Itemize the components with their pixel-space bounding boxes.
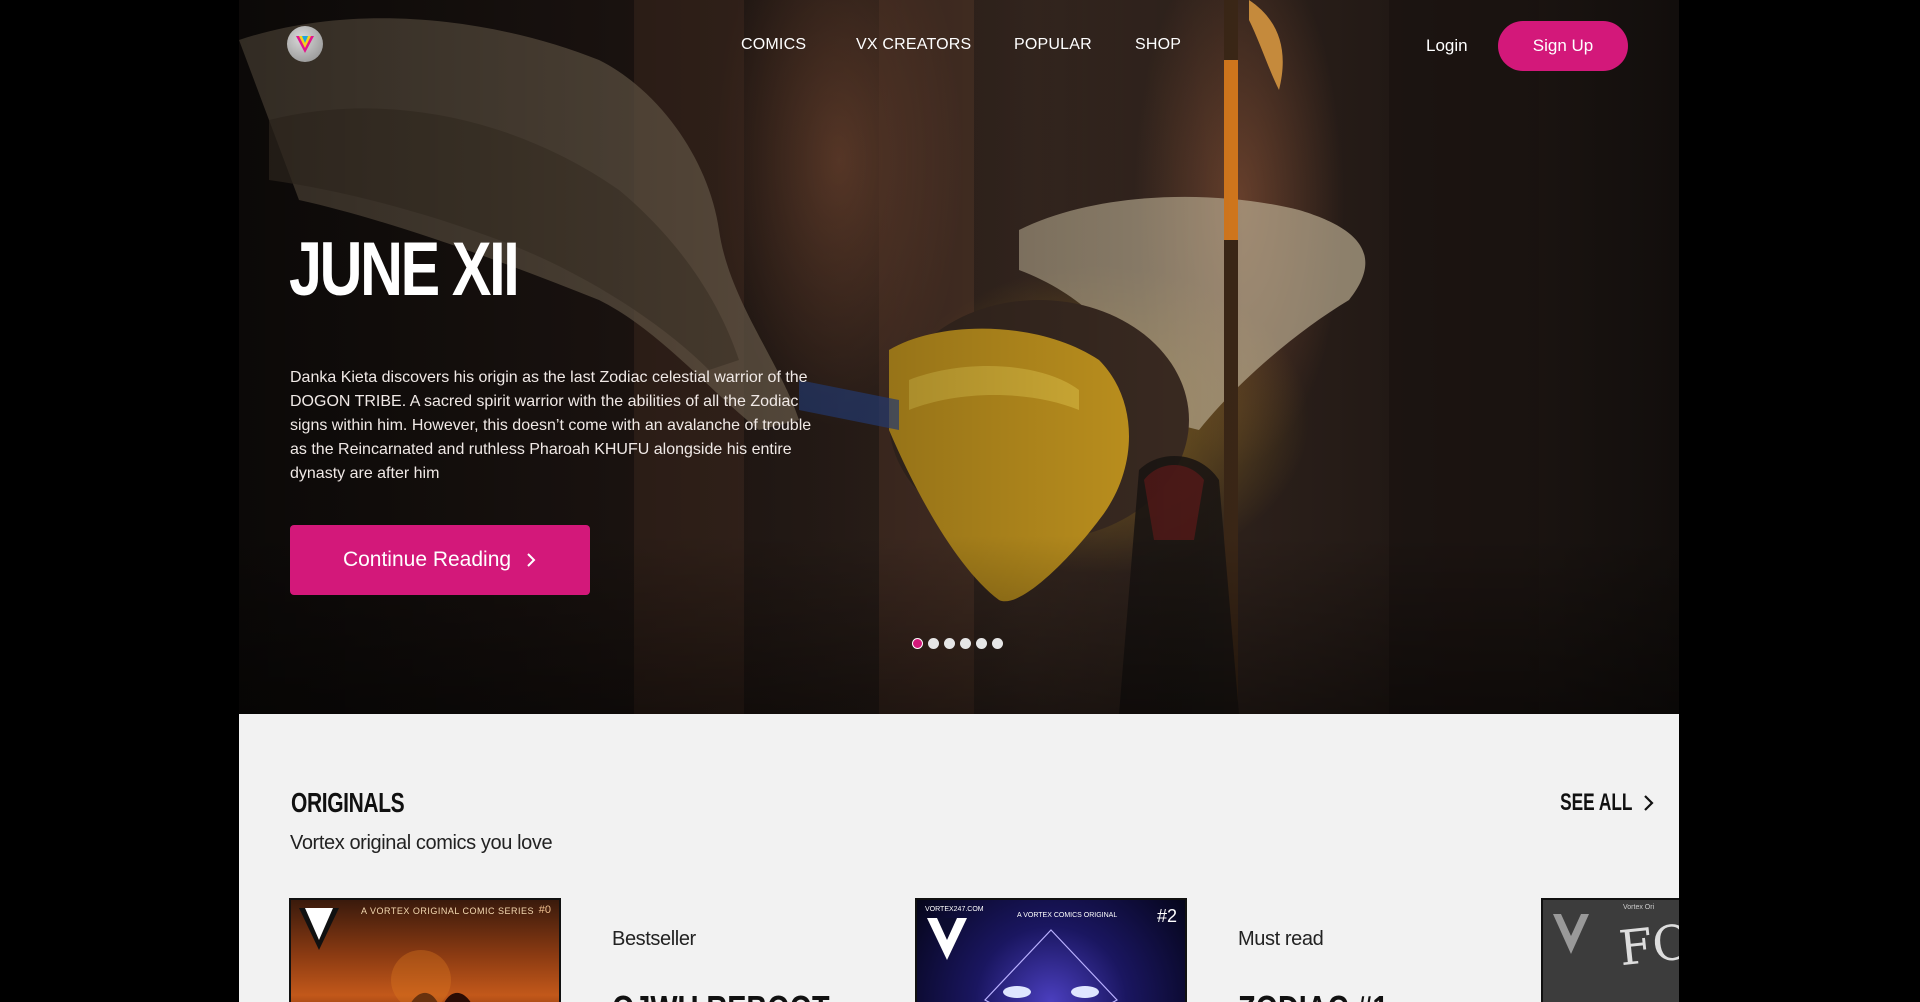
hero-description: Danka Kieta discovers his origin as the … (290, 369, 812, 482)
nav-link-comics[interactable]: COMICS (741, 36, 806, 54)
carousel-dot[interactable] (992, 638, 1003, 649)
cover-site: VORTEX247.COM (925, 906, 984, 913)
card-title[interactable]: OJWU REBOOT (612, 988, 830, 1002)
cover-issue: #0 (538, 904, 551, 916)
card-tag: Must read (1238, 928, 1324, 950)
chevron-right-icon (1644, 795, 1655, 811)
comic-cover[interactable]: Vortex Ori FOLK (1541, 898, 1679, 1002)
page: COMICS VX CREATORS POPULAR SHOP Login Si… (239, 0, 1679, 1002)
cover-caption: A VORTEX ORIGINAL COMIC SERIES (361, 906, 535, 916)
originals-heading: ORIGINALS (291, 787, 405, 818)
originals-subtitle: Vortex original comics you love (290, 832, 553, 854)
comic-cover[interactable]: VORTEX247.COM A VORTEX COMICS ORIGINAL #… (915, 898, 1187, 1002)
continue-reading-button[interactable]: Continue Reading (290, 525, 590, 595)
sign-up-button[interactable]: Sign Up (1498, 21, 1628, 71)
carousel-dot[interactable] (944, 638, 955, 649)
nav-link-vx-creators[interactable]: VX CREATORS (856, 36, 971, 54)
see-all-label: SEE ALL (1560, 789, 1633, 816)
continue-reading-label: Continue Reading (342, 548, 512, 571)
see-all-link[interactable]: SEE ALL (1532, 789, 1656, 817)
chevron-right-icon (527, 553, 536, 567)
login-link[interactable]: Login (1426, 36, 1468, 56)
hero-banner: COMICS VX CREATORS POPULAR SHOP Login Si… (239, 0, 1679, 714)
card-title[interactable]: ZODIAC #1 (1238, 988, 1388, 1002)
carousel-dot[interactable] (928, 638, 939, 649)
hero-title: JUNE XII (289, 227, 520, 312)
carousel-dot[interactable] (960, 638, 971, 649)
carousel-dot[interactable] (912, 638, 923, 649)
cover-caption: A VORTEX COMICS ORIGINAL (1017, 912, 1118, 919)
comic-cover[interactable]: A VORTEX ORIGINAL COMIC SERIES #0 (289, 898, 561, 1002)
carousel-dots (912, 638, 1003, 649)
hero-overlay (239, 0, 1679, 714)
card-tag: Bestseller (612, 928, 696, 950)
carousel-dot[interactable] (976, 638, 987, 649)
cover-site: Vortex Ori (1623, 904, 1655, 911)
nav-link-shop[interactable]: SHOP (1135, 36, 1181, 54)
nav-link-popular[interactable]: POPULAR (1014, 36, 1092, 54)
cover-issue: #2 (1156, 906, 1177, 926)
